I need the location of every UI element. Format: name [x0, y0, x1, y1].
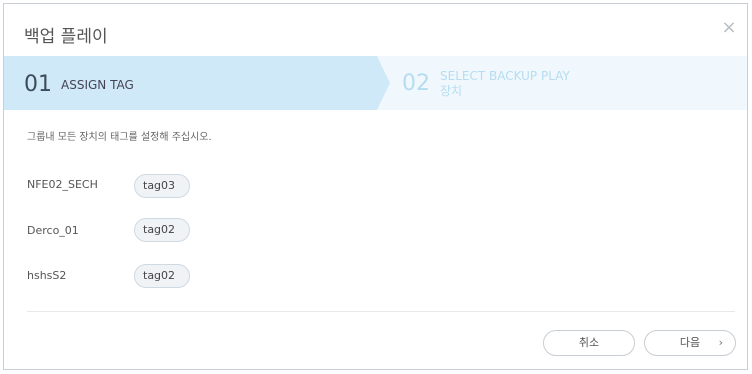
device-name-3: hshsS2 — [27, 269, 67, 282]
cancel-button[interactable]: 취소 — [543, 330, 635, 356]
next-button[interactable]: 다음 › — [644, 330, 736, 356]
step-indicator: 01 ASSIGN TAG 02 SELECT BACKUP PLAY 장치 — [4, 56, 747, 110]
device-name-2: Derco_01 — [27, 224, 79, 237]
device-name-1: NFE02_SECH — [27, 178, 98, 191]
backup-play-dialog: 백업 플레이 × 01 ASSIGN TAG 02 SELECT BACKUP … — [3, 3, 748, 370]
close-icon[interactable]: × — [719, 18, 739, 38]
step-2-number: 02 — [402, 71, 430, 96]
step-2-label: SELECT BACKUP PLAY 장치 — [440, 69, 570, 99]
step-1-number: 01 — [24, 72, 52, 97]
tag-field-2[interactable]: tag02 — [134, 218, 190, 242]
instruction-text: 그룹내 모든 장치의 태그를 설정해 주십시오. — [27, 132, 212, 143]
footer-divider — [27, 311, 735, 312]
step-1: 01 ASSIGN TAG — [4, 56, 390, 110]
step-2-label-line2: 장치 — [440, 84, 463, 98]
dialog-title: 백업 플레이 — [24, 27, 108, 47]
cancel-button-label: 취소 — [578, 336, 600, 349]
tag-field-1[interactable]: tag03 — [134, 174, 190, 198]
step-1-label: ASSIGN TAG — [61, 78, 134, 92]
next-button-label: 다음 — [679, 336, 701, 349]
chevron-right-icon: › — [718, 336, 723, 349]
step-2-label-line1: SELECT BACKUP PLAY — [440, 69, 570, 83]
tag-field-3[interactable]: tag02 — [134, 264, 190, 288]
